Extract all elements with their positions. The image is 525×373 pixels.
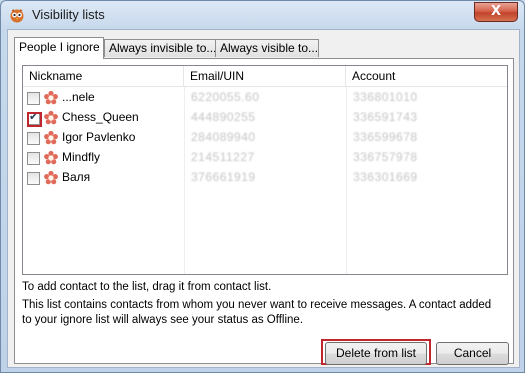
tab-label: Always invisible to... bbox=[109, 41, 217, 55]
flower-icon bbox=[43, 110, 59, 126]
close-icon: X bbox=[490, 4, 502, 19]
delete-from-list-button[interactable]: Delete from list bbox=[325, 342, 427, 365]
dialog-body: People I ignore Always invisible to... A… bbox=[7, 29, 520, 368]
select-checkbox[interactable] bbox=[27, 172, 40, 185]
nickname-cell: Mindfly bbox=[62, 150, 101, 164]
contacts-table[interactable]: Nickname Email/UIN Account ...nele 622005… bbox=[22, 65, 508, 275]
nickname-cell: Igor Pavlenko bbox=[62, 130, 136, 144]
flower-icon bbox=[43, 130, 59, 146]
tab-label: People I ignore bbox=[19, 40, 100, 54]
column-header-label: Email/UIN bbox=[190, 69, 245, 83]
column-header-account[interactable]: Account bbox=[346, 66, 507, 87]
select-checkbox[interactable]: ✔ bbox=[27, 110, 42, 127]
account-cell: 336757978 bbox=[353, 150, 418, 164]
email-uin-cell: 444890255 bbox=[191, 110, 256, 124]
flower-icon bbox=[43, 90, 59, 106]
table-row[interactable]: Валя 376661919 336301669 bbox=[23, 168, 507, 188]
column-header-label: Account bbox=[352, 69, 396, 83]
visibility-lists-window: Visibility lists X People I ignore Alway… bbox=[0, 0, 525, 373]
tab-always-visible[interactable]: Always visible to... bbox=[215, 39, 319, 57]
flower-icon bbox=[43, 150, 59, 166]
select-checkbox[interactable] bbox=[27, 132, 40, 145]
nickname-cell: ...nele bbox=[62, 90, 95, 104]
table-row[interactable]: ...nele 6220055.60 336801010 bbox=[23, 88, 507, 108]
select-checkbox[interactable] bbox=[27, 92, 40, 105]
nickname-cell: Chess_Queen bbox=[62, 110, 139, 124]
email-uin-cell: 284089940 bbox=[191, 130, 256, 144]
email-uin-cell: 6220055.60 bbox=[191, 90, 260, 104]
tab-label: Always visible to... bbox=[220, 41, 319, 55]
account-cell: 336301669 bbox=[353, 170, 418, 184]
nickname-cell: Валя bbox=[62, 170, 91, 184]
cancel-button-label: Cancel bbox=[453, 346, 492, 360]
delete-button-label: Delete from list bbox=[335, 346, 417, 360]
close-button[interactable]: X bbox=[474, 2, 518, 22]
table-row[interactable]: Mindfly 214511227 336757978 bbox=[23, 148, 507, 168]
cancel-button[interactable]: Cancel bbox=[436, 342, 509, 365]
select-checkbox[interactable] bbox=[27, 152, 40, 165]
account-cell: 336599678 bbox=[353, 130, 418, 144]
ignore-description-text: This list contains contacts from whom yo… bbox=[22, 299, 492, 326]
checkbox-highlight bbox=[27, 112, 42, 127]
email-uin-cell: 214511227 bbox=[191, 150, 255, 164]
tab-people-i-ignore[interactable]: People I ignore bbox=[14, 37, 104, 59]
column-header-email-uin[interactable]: Email/UIN bbox=[184, 66, 346, 87]
window-title: Visibility lists bbox=[32, 7, 105, 22]
owl-icon bbox=[10, 9, 24, 23]
table-row[interactable]: ✔ Chess_Queen 444890255 336591743 bbox=[23, 108, 507, 128]
account-cell: 336801010 bbox=[353, 90, 418, 104]
tab-panel: Nickname Email/UIN Account ...nele 622005… bbox=[14, 58, 514, 365]
title-bar[interactable]: Visibility lists X bbox=[1, 1, 524, 29]
table-row[interactable]: Igor Pavlenko 284089940 336599678 bbox=[23, 128, 507, 148]
column-header-label: Nickname bbox=[29, 69, 83, 83]
email-uin-cell: 376661919 bbox=[191, 170, 256, 184]
drag-hint-text: To add contact to the list, drag it from… bbox=[22, 281, 272, 293]
account-cell: 336591743 bbox=[353, 110, 418, 124]
column-header-nickname[interactable]: Nickname bbox=[23, 66, 184, 87]
flower-icon bbox=[43, 170, 59, 186]
tab-always-invisible[interactable]: Always invisible to... bbox=[104, 39, 216, 57]
